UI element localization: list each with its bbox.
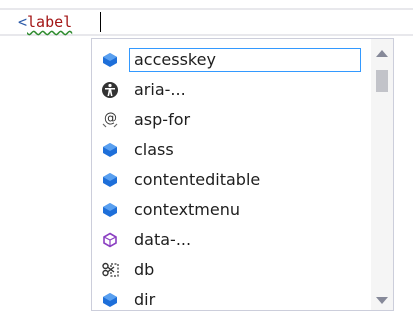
attribute-icon <box>101 291 119 309</box>
accessibility-icon <box>101 81 119 99</box>
tag-helper-icon: @ <box>101 111 119 129</box>
completion-item-db[interactable]: db <box>92 255 371 285</box>
svg-text:@: @ <box>104 111 117 126</box>
intellisense-completion-list[interactable]: accesskey aria-... @ asp-for class conte… <box>91 38 394 311</box>
scroll-up-arrow-icon[interactable] <box>376 50 388 57</box>
scrollbar-thumb[interactable] <box>376 70 388 92</box>
attribute-icon <box>101 171 119 189</box>
tag-name: label <box>27 13 73 31</box>
completion-item-label: data-... <box>134 230 192 249</box>
completion-item-label: contextmenu <box>134 200 241 219</box>
scroll-down-arrow-icon[interactable] <box>376 297 388 304</box>
completion-item-label: asp-for <box>134 110 191 129</box>
completion-item-label: contenteditable <box>134 170 261 189</box>
completion-item-label: db <box>134 260 155 279</box>
snippet-icon <box>101 261 119 279</box>
vertical-scrollbar[interactable] <box>371 39 393 310</box>
completion-items: accesskey aria-... @ asp-for class conte… <box>92 39 371 310</box>
completion-item-accesskey[interactable]: accesskey <box>92 45 371 75</box>
attribute-icon <box>101 141 119 159</box>
completion-item-label: accesskey <box>134 50 216 69</box>
attribute-icon <box>101 201 119 219</box>
attribute-icon <box>101 51 119 69</box>
text-caret <box>100 12 101 32</box>
data-attribute-icon <box>101 231 119 249</box>
completion-item-label: aria-... <box>134 80 186 99</box>
code-line[interactable]: <label <box>18 12 72 32</box>
completion-item-label: class <box>134 140 174 159</box>
completion-item-aria[interactable]: aria-... <box>92 75 371 105</box>
completion-item-contextmenu[interactable]: contextmenu <box>92 195 371 225</box>
completion-item-class[interactable]: class <box>92 135 371 165</box>
completion-item-contenteditable[interactable]: contenteditable <box>92 165 371 195</box>
open-bracket: < <box>18 13 28 31</box>
completion-item-data[interactable]: data-... <box>92 225 371 255</box>
completion-item-asp-for[interactable]: @ asp-for <box>92 105 371 135</box>
